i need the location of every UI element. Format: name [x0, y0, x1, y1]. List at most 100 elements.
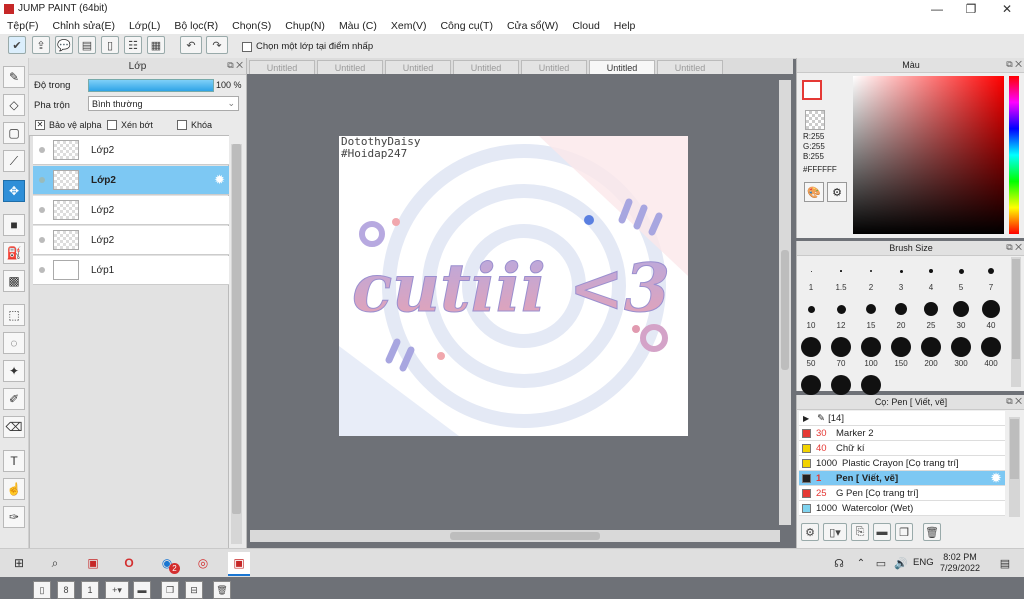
- canvas-horizontal-scrollbar[interactable]: [250, 530, 780, 542]
- brush-size-dot[interactable]: [891, 337, 911, 357]
- brush-item[interactable]: 1000 Watercolor (Wet): [799, 501, 1005, 516]
- brush-size-dot[interactable]: [836, 304, 846, 314]
- jump-paint-taskbar-icon[interactable]: ▣: [228, 552, 250, 576]
- zalo-icon[interactable]: ◉ 2: [156, 552, 180, 574]
- rect-select-icon[interactable]: ⬚: [3, 304, 25, 326]
- brush-size-dot[interactable]: [807, 305, 815, 313]
- eraser-tool-icon[interactable]: ◇: [3, 94, 25, 116]
- menu-window[interactable]: Cửa sổ(W): [500, 20, 565, 32]
- canvas-vertical-scrollbar[interactable]: [779, 80, 791, 525]
- notifications-icon[interactable]: ▤: [994, 552, 1016, 574]
- brush-settings-icon[interactable]: ⚙: [801, 523, 819, 541]
- tab-untitled[interactable]: Untitled: [385, 60, 451, 74]
- windows-start-icon[interactable]: ⊞: [8, 552, 30, 574]
- brush-size-dot[interactable]: [929, 269, 933, 273]
- visibility-icon[interactable]: [39, 177, 45, 183]
- select-eraser-icon[interactable]: ⌫: [3, 416, 25, 438]
- tab-untitled-active[interactable]: Untitled: [589, 60, 655, 74]
- magic-wand-icon[interactable]: ✦: [3, 360, 25, 382]
- battery-icon[interactable]: ▭: [870, 552, 892, 574]
- clipping-checkbox[interactable]: [107, 120, 117, 130]
- redo-icon[interactable]: ↷: [206, 36, 228, 54]
- minimize-button[interactable]: —: [920, 0, 954, 17]
- app-icon[interactable]: ▣: [82, 552, 104, 574]
- pick-layer-checkbox[interactable]: [242, 41, 252, 52]
- layer-row[interactable]: Lớp1: [33, 256, 229, 285]
- brush-size-dot[interactable]: [981, 337, 1001, 357]
- blend-mode-select[interactable]: Bình thường ⌄: [88, 96, 239, 111]
- menu-layer[interactable]: Lớp(L): [122, 20, 167, 32]
- people-icon[interactable]: ☊: [828, 552, 850, 574]
- visibility-icon[interactable]: [39, 207, 45, 213]
- merge-layer-icon[interactable]: ⊟: [185, 581, 203, 599]
- close-button[interactable]: ✕: [990, 0, 1024, 17]
- palette-settings-icon[interactable]: ⚙: [827, 182, 847, 202]
- menu-edit[interactable]: Chỉnh sửa(E): [46, 20, 122, 32]
- tab-untitled[interactable]: Untitled: [317, 60, 383, 74]
- menu-help[interactable]: Help: [607, 20, 643, 32]
- brush-size-dot[interactable]: [921, 337, 941, 357]
- volume-icon[interactable]: 🔊: [890, 552, 912, 574]
- brush-size-dot[interactable]: [831, 337, 851, 357]
- duplicate-layer-icon[interactable]: ❐: [161, 581, 179, 599]
- lock-checkbox[interactable]: [177, 120, 187, 130]
- fill-rect-tool-icon[interactable]: ■: [3, 214, 25, 236]
- export-icon[interactable]: ⇪: [32, 36, 50, 54]
- brush-size-dot[interactable]: [831, 375, 851, 395]
- select-pen-icon[interactable]: ✐: [3, 388, 25, 410]
- expand-arrow-icon[interactable]: ▶: [803, 414, 809, 423]
- brush-size-dot[interactable]: [801, 375, 821, 395]
- panel-float-close-icon[interactable]: ⧉ ✕: [1006, 59, 1022, 70]
- delete-layer-icon[interactable]: 🗑: [213, 581, 231, 599]
- clipping-option[interactable]: Xén bớt: [107, 120, 153, 130]
- layer-row[interactable]: Lớp2: [33, 136, 229, 165]
- saturation-value-picker[interactable]: [853, 76, 1004, 234]
- brush-size-dot[interactable]: [958, 268, 964, 274]
- layer-row[interactable]: Lớp2 ✹: [33, 166, 229, 195]
- brush-size-dot[interactable]: [861, 375, 881, 395]
- brush-size-dot[interactable]: [982, 300, 1000, 318]
- hand-tool-icon[interactable]: ☝: [3, 478, 25, 500]
- brush-size-dot[interactable]: [866, 304, 876, 314]
- settings-grid-icon[interactable]: ▦: [147, 36, 165, 54]
- gear-icon[interactable]: ✹: [991, 471, 1001, 485]
- new-layer-icon[interactable]: ▯: [33, 581, 51, 599]
- opera-icon[interactable]: O: [118, 552, 140, 574]
- clock[interactable]: 8:02 PM 7/29/2022: [936, 552, 984, 574]
- panel-float-close-icon[interactable]: ⧉ ✕: [1006, 396, 1022, 407]
- bucket-tool-icon[interactable]: ⛽: [3, 242, 25, 264]
- undo-icon[interactable]: ↶: [180, 36, 202, 54]
- menu-tools[interactable]: Công cụ(T): [433, 20, 500, 32]
- search-icon[interactable]: ⌕: [44, 552, 66, 574]
- brush-item[interactable]: 1 Pen [ Viết, vẽ] ✹: [799, 471, 1005, 486]
- copy-brush-icon[interactable]: ⎘: [851, 523, 869, 541]
- brush-item[interactable]: 1000 Plastic Crayon [Cọ trang trí]: [799, 456, 1005, 471]
- page-icon[interactable]: ▯: [101, 36, 119, 54]
- comment-icon[interactable]: 💬: [55, 36, 73, 54]
- rectangle-tool-icon[interactable]: ▢: [3, 122, 25, 144]
- visibility-icon[interactable]: [39, 267, 45, 273]
- menu-view[interactable]: Xem(V): [384, 20, 434, 32]
- brush-list-scrollbar[interactable]: [1009, 417, 1020, 517]
- pick-layer-option[interactable]: Chọn một lớp tại điểm nhấp: [242, 41, 373, 52]
- opacity-slider[interactable]: [88, 79, 214, 92]
- menu-capture[interactable]: Chụp(N): [278, 20, 332, 32]
- folder-icon[interactable]: ▬: [133, 581, 151, 599]
- brush-item[interactable]: 30 Marker 2: [799, 426, 1005, 441]
- list-icon[interactable]: ☷: [124, 36, 142, 54]
- layer-row[interactable]: Lớp2: [33, 226, 229, 255]
- protect-alpha-option[interactable]: ✕ Bảo vệ alpha: [35, 120, 102, 130]
- protect-alpha-checkbox[interactable]: ✕: [35, 120, 45, 130]
- text-tool-icon[interactable]: T: [3, 450, 25, 472]
- drawing-canvas[interactable]: cutiii <3 DotothyDaisy #Hoidap247: [339, 136, 688, 436]
- eyedropper-tool-icon[interactable]: ✑: [3, 506, 25, 528]
- brush-size-dot[interactable]: [870, 270, 872, 272]
- menu-select[interactable]: Chọn(S): [225, 20, 278, 32]
- chevron-up-icon[interactable]: ⌃: [850, 552, 872, 574]
- brush-size-dot[interactable]: [861, 337, 881, 357]
- delete-brush-icon[interactable]: 🗑: [923, 523, 941, 541]
- tab-untitled[interactable]: Untitled: [657, 60, 723, 74]
- layer-scrollbar[interactable]: [231, 144, 242, 544]
- tab-untitled[interactable]: Untitled: [453, 60, 519, 74]
- new-8bit-layer-icon[interactable]: 8: [57, 581, 75, 599]
